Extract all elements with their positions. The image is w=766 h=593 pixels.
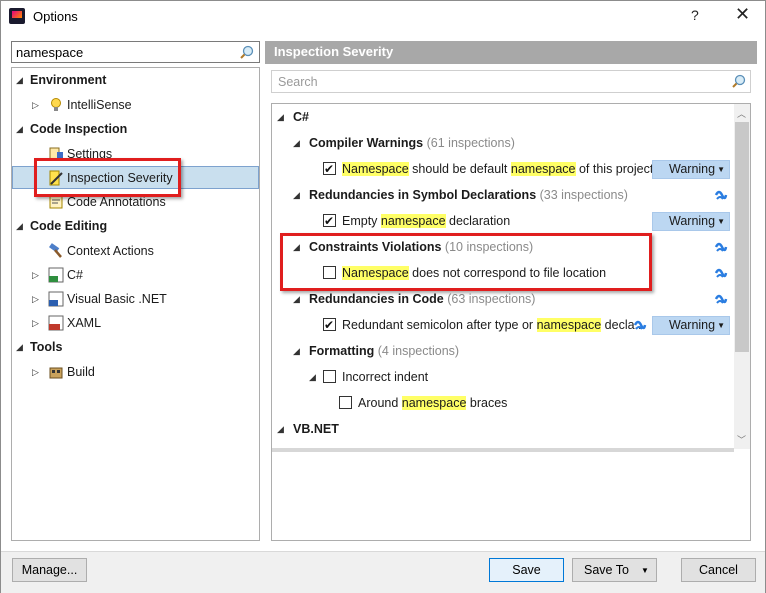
settings-search-value: namespace [16,45,84,60]
save-button[interactable]: Save [489,558,564,582]
annotation-highlight-box [280,233,652,291]
title-bar: Options ? ✕ [1,1,765,32]
cancel-button[interactable]: Cancel [681,558,756,582]
csharp-file-icon [48,267,64,283]
dropdown-arrow-icon: ▼ [717,321,725,330]
inspection-checkbox[interactable] [323,370,336,383]
wave-link-icon[interactable] [714,240,728,254]
collapse-arrow-icon[interactable]: ◢ [293,340,300,362]
scroll-down-icon[interactable]: ﹀ [737,433,746,446]
expand-arrow-icon[interactable]: ▷ [32,93,39,117]
vb-file-icon [48,291,64,307]
collapse-arrow-icon[interactable]: ◢ [277,106,284,128]
lightbulb-icon [51,98,61,111]
collapse-arrow-icon[interactable]: ◢ [277,418,284,440]
help-button[interactable]: ? [691,7,699,23]
settings-search-input[interactable]: namespace [11,41,260,63]
dropdown-arrow-icon: ▼ [717,217,725,226]
wave-link-icon[interactable] [714,266,728,280]
search-icon [240,45,254,59]
build-icon [49,367,63,379]
xaml-file-icon [48,315,64,331]
collapse-arrow-icon[interactable]: ◢ [16,117,23,141]
close-button[interactable]: ✕ [735,4,750,25]
annotation-highlight-box [34,158,181,197]
collapse-arrow-icon[interactable]: ◢ [16,214,23,238]
save-to-button[interactable]: Save To ▼ [572,558,657,582]
dropdown-arrow-icon[interactable]: ▼ [641,560,649,582]
hammer-icon [49,243,62,258]
resharper-app-icon [9,8,25,24]
page-title: Inspection Severity [265,41,757,64]
wave-link-icon[interactable] [714,292,728,306]
search-icon [732,74,746,88]
wave-link-icon[interactable] [714,188,728,202]
button-bar: Manage... Save Save To ▼ Cancel [1,551,765,593]
inspection-checkbox[interactable] [339,396,352,409]
search-placeholder: Search [278,75,318,89]
severity-dropdown[interactable]: Warning ▼ [652,212,730,231]
horizontal-scrollbar[interactable] [272,448,734,452]
collapse-arrow-icon[interactable]: ◢ [16,68,23,92]
collapse-arrow-icon[interactable]: ◢ [293,184,300,206]
expand-arrow-icon[interactable]: ▷ [32,360,39,384]
dropdown-arrow-icon: ▼ [717,165,725,174]
options-window: Options ? ✕ namespace ◢ Environment ▷ In… [0,0,766,593]
expand-arrow-icon[interactable]: ▷ [32,263,39,287]
inspection-checkbox[interactable] [323,314,336,336]
expand-arrow-icon[interactable]: ▷ [32,287,39,311]
wave-link-icon[interactable] [633,318,647,332]
manage-button[interactable]: Manage... [12,558,87,582]
inspection-checkbox[interactable] [323,158,336,180]
window-title: Options [33,9,78,24]
scroll-up-icon[interactable]: ︿ [737,107,746,120]
settings-tree: ◢ Environment ▷ IntelliSense ◢ Code Insp… [11,67,260,541]
inspection-search-input[interactable]: Search [271,70,751,93]
collapse-arrow-icon[interactable]: ◢ [293,132,300,154]
scrollbar-thumb[interactable] [735,122,749,352]
severity-dropdown[interactable]: Warning ▼ [652,316,730,335]
collapse-arrow-icon[interactable]: ◢ [16,335,23,359]
collapse-arrow-icon[interactable]: ◢ [309,366,316,388]
inspection-checkbox[interactable] [323,210,336,232]
collapse-arrow-icon[interactable]: ◢ [293,288,300,310]
expand-arrow-icon[interactable]: ▷ [32,311,39,335]
severity-dropdown[interactable]: Warning ▼ [652,160,730,179]
